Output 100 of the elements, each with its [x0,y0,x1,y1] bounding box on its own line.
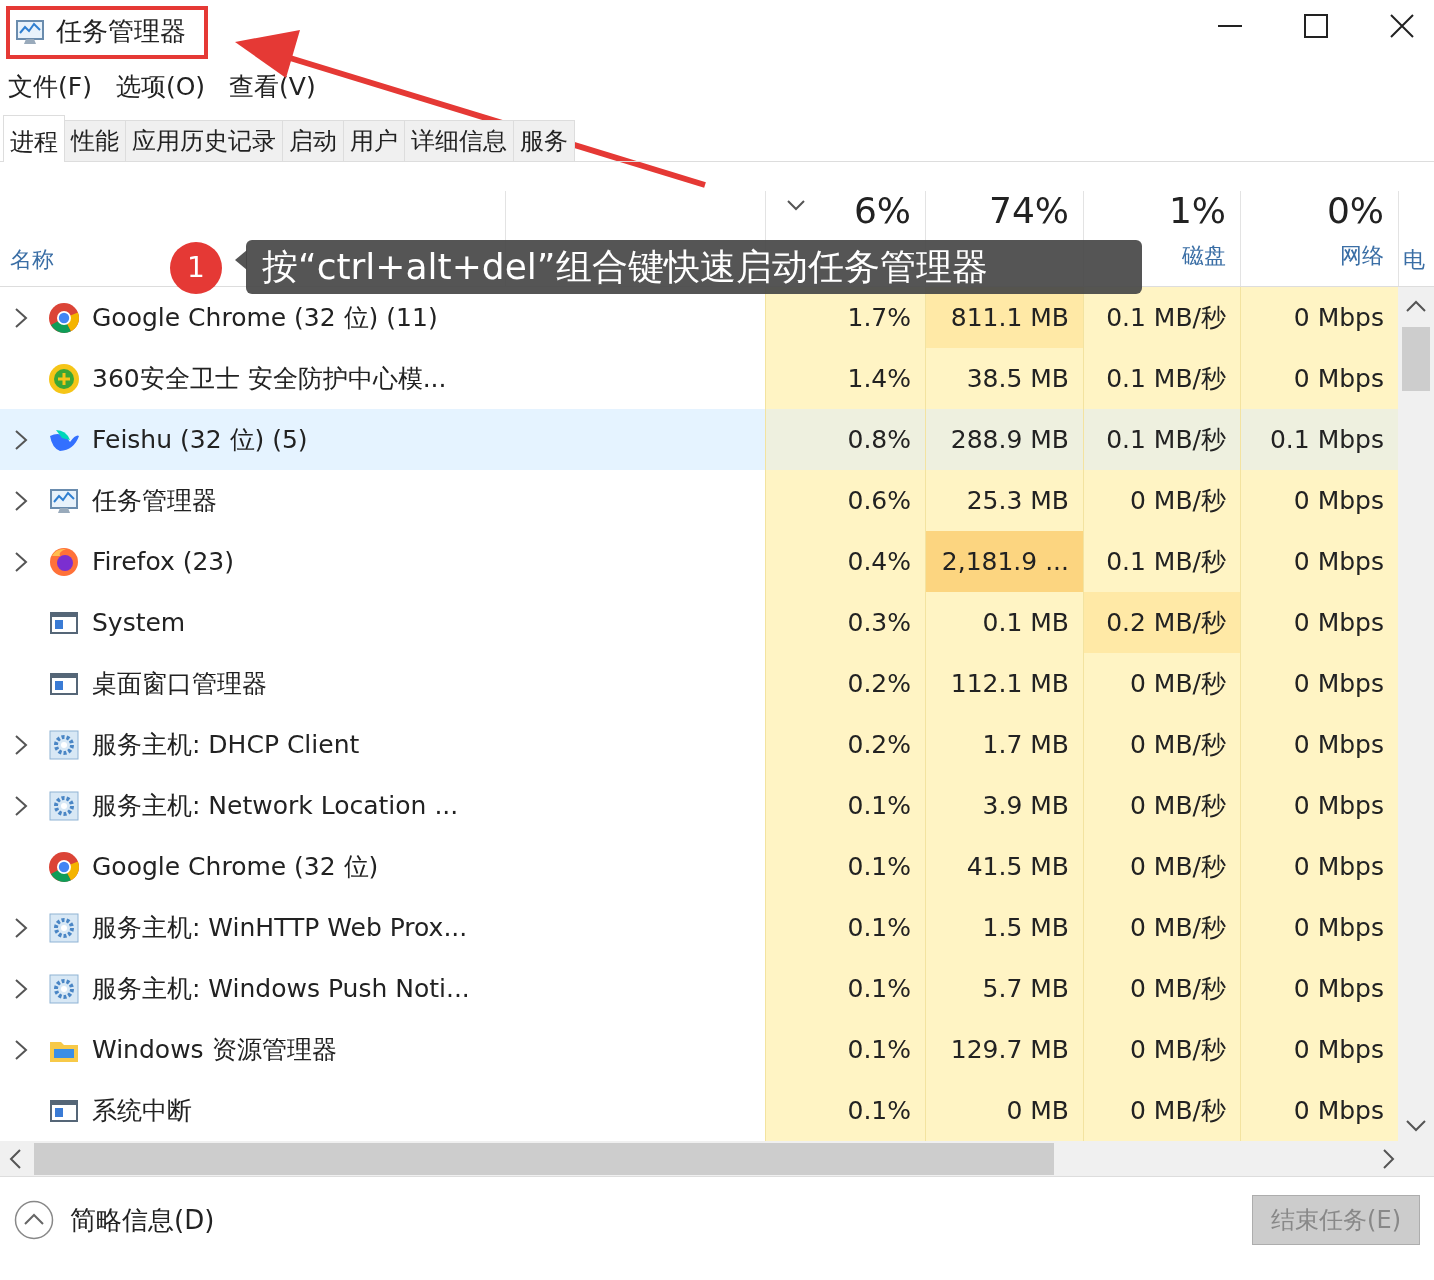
expand-chevron-icon[interactable] [14,794,28,817]
expand-chevron-icon[interactable] [14,550,28,573]
column-percent[interactable]: 74% [989,191,1069,231]
metric-cell: 1.4% [765,348,925,409]
metric-cell: 1.5 MB [925,897,1083,958]
process-row[interactable]: 360安全卫士 安全防护中心模... 1.4% 38.5 MB 0.1 MB/秒 0 Mbps [0,348,1398,409]
process-name[interactable]: 系统中断 [92,1091,192,1130]
metric-cell: 0.1 MB/秒 [1083,409,1240,470]
process-name[interactable]: 服务主机: Network Location ... [92,786,459,825]
process-name[interactable]: Firefox (23) [92,542,234,581]
metric-cell: 0 MB [925,1080,1083,1141]
tab[interactable]: 用户 [343,120,405,161]
process-row[interactable]: Windows 资源管理器 0.1% 129.7 MB 0 MB/秒 0 Mbps [0,1019,1398,1080]
fewer-details-link[interactable]: 简略信息(D) [70,1200,215,1240]
scroll-up-icon[interactable] [1405,299,1427,313]
vertical-scrollbar[interactable] [1398,287,1434,1141]
maximize-icon[interactable] [1304,14,1328,38]
metric-cell: 0.1 MB/秒 [1083,531,1240,592]
process-row[interactable]: 服务主机: Network Location ... 0.1% 3.9 MB 0 MB/秒 0 Mbps [0,775,1398,836]
scroll-down-icon[interactable] [1405,1119,1427,1133]
expand-chevron-icon[interactable] [14,428,28,451]
expand-chevron-icon[interactable] [14,489,28,512]
column-header[interactable]: 名称 [10,243,54,276]
metric-cell: 41.5 MB [925,836,1083,897]
column-header[interactable]: 电 [1403,243,1425,276]
column-header-cell[interactable]: 0% 网络 [1240,191,1398,286]
process-row[interactable]: 任务管理器 0.6% 25.3 MB 0 MB/秒 0 Mbps [0,470,1398,531]
column-percent[interactable]: 0% [1326,191,1384,231]
metric-cell: 0 MB/秒 [1083,1019,1240,1080]
process-row[interactable]: 服务主机: Windows Push Noti... 0.1% 5.7 MB 0 MB/秒 0 Mbps [0,958,1398,1019]
tab[interactable]: 应用历史记录 [125,120,283,161]
process-name[interactable]: 桌面窗口管理器 [92,664,267,703]
close-icon[interactable] [1390,14,1414,38]
process-name[interactable]: 服务主机: WinHTTP Web Prox... [92,908,468,947]
process-name[interactable]: 服务主机: Windows Push Noti... [92,969,470,1008]
metric-cell: 0 MB/秒 [1083,836,1240,897]
column-percent[interactable]: 1% [1168,191,1226,231]
metric-cell: 0.1% [765,1080,925,1141]
menu-item[interactable]: 文件(F) [8,68,92,106]
metric-cell: 0.1% [765,775,925,836]
menu-item[interactable]: 选项(O) [115,68,206,106]
process-name[interactable]: 服务主机: DHCP Client [92,725,360,764]
scrollbar-thumb[interactable] [34,1142,1054,1175]
gear-icon [48,728,80,761]
metric-cell: 25.3 MB [925,470,1083,531]
metric-cell: 0 Mbps [1240,958,1398,1019]
process-row[interactable]: System 0.3% 0.1 MB 0.2 MB/秒 0 Mbps [0,592,1398,653]
scroll-right-icon[interactable] [1382,1147,1396,1170]
column-header[interactable]: 磁盘 [1182,238,1226,272]
process-name[interactable]: 360安全卫士 安全防护中心模... [92,359,447,398]
metric-cell: 0.1 MB [925,592,1083,653]
expand-chevron-icon[interactable] [14,733,28,756]
metric-cell: 0.1% [765,958,925,1019]
scrollbar-thumb[interactable] [1402,327,1430,391]
tab[interactable]: 性能 [64,120,126,161]
tab[interactable]: 启动 [282,120,344,161]
horizontal-scrollbar[interactable] [0,1141,1434,1177]
expand-chevron-icon[interactable] [14,977,28,1000]
process-row[interactable]: Feishu (32 位) (5) 0.8% 288.9 MB 0.1 MB/秒 0.1 Mbps [0,409,1398,470]
metric-cell: 288.9 MB [925,409,1083,470]
scroll-left-icon[interactable] [8,1147,22,1170]
process-row[interactable]: 服务主机: DHCP Client 0.2% 1.7 MB 0 MB/秒 0 Mbps [0,714,1398,775]
metric-cell: 0 MB/秒 [1083,897,1240,958]
gear-icon [48,972,80,1005]
metric-cell: 0 Mbps [1240,287,1398,348]
collapse-chevron-icon[interactable] [14,1200,54,1240]
expand-chevron-icon[interactable] [14,1038,28,1061]
process-row[interactable]: 服务主机: WinHTTP Web Prox... 0.1% 1.5 MB 0 MB/秒 0 Mbps [0,897,1398,958]
metric-cell: 2,181.9 ... [925,531,1083,592]
process-name[interactable]: System [92,603,186,642]
metric-cell: 0.1 MB/秒 [1083,287,1240,348]
process-name[interactable]: Google Chrome (32 位) [92,847,379,886]
process-row[interactable]: 系统中断 0.1% 0 MB 0 MB/秒 0 Mbps [0,1080,1398,1141]
metric-cell: 0 Mbps [1240,836,1398,897]
metric-cell: 0.1% [765,836,925,897]
menu-item[interactable]: 查看(V) [229,68,316,106]
tab[interactable]: 详细信息 [404,120,514,161]
metric-cell: 0.1 Mbps [1240,409,1398,470]
process-row[interactable]: 桌面窗口管理器 0.2% 112.1 MB 0 MB/秒 0 Mbps [0,653,1398,714]
metric-cell: 0 Mbps [1240,897,1398,958]
metric-cell: 0 MB/秒 [1083,653,1240,714]
metric-cell: 38.5 MB [925,348,1083,409]
tab[interactable]: 进程 [3,115,65,162]
sort-chevron-icon[interactable] [786,199,806,211]
metric-cell: 0 Mbps [1240,592,1398,653]
column-percent[interactable]: 6% [853,191,911,231]
chrome-logo-icon [48,301,80,334]
tab[interactable]: 服务 [513,120,575,161]
metric-cell: 0.8% [765,409,925,470]
metric-cell: 0 MB/秒 [1083,775,1240,836]
process-name[interactable]: Windows 资源管理器 [92,1030,337,1069]
process-row[interactable]: Google Chrome (32 位) 0.1% 41.5 MB 0 MB/秒 0 Mbps [0,836,1398,897]
process-row[interactable]: Firefox (23) 0.4% 2,181.9 ... 0.1 MB/秒 0 Mbps [0,531,1398,592]
callout-pointer [235,250,247,270]
process-name[interactable]: 任务管理器 [92,481,217,520]
expand-chevron-icon[interactable] [14,916,28,939]
column-header[interactable]: 网络 [1340,238,1384,272]
expand-chevron-icon[interactable] [14,306,28,329]
metric-cell: 5.7 MB [925,958,1083,1019]
process-name[interactable]: Google Chrome (32 位) (11) [92,298,438,337]
